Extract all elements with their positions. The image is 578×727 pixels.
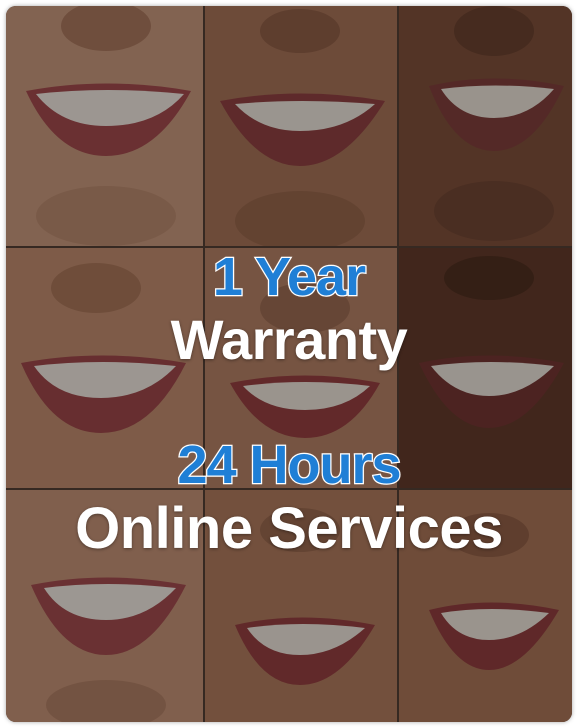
promo-banner: 1 Year Warranty 24 Hours Online Services [6,6,572,722]
warranty-duration-heading: 1 Year [212,247,368,307]
service-hours-heading: 24 Hours [176,435,403,495]
online-services-label: Online Services [75,496,503,561]
warranty-label: Warranty [170,308,408,371]
smile-photo [6,6,203,246]
smile-photo [399,6,572,246]
smile-photo [205,6,397,246]
